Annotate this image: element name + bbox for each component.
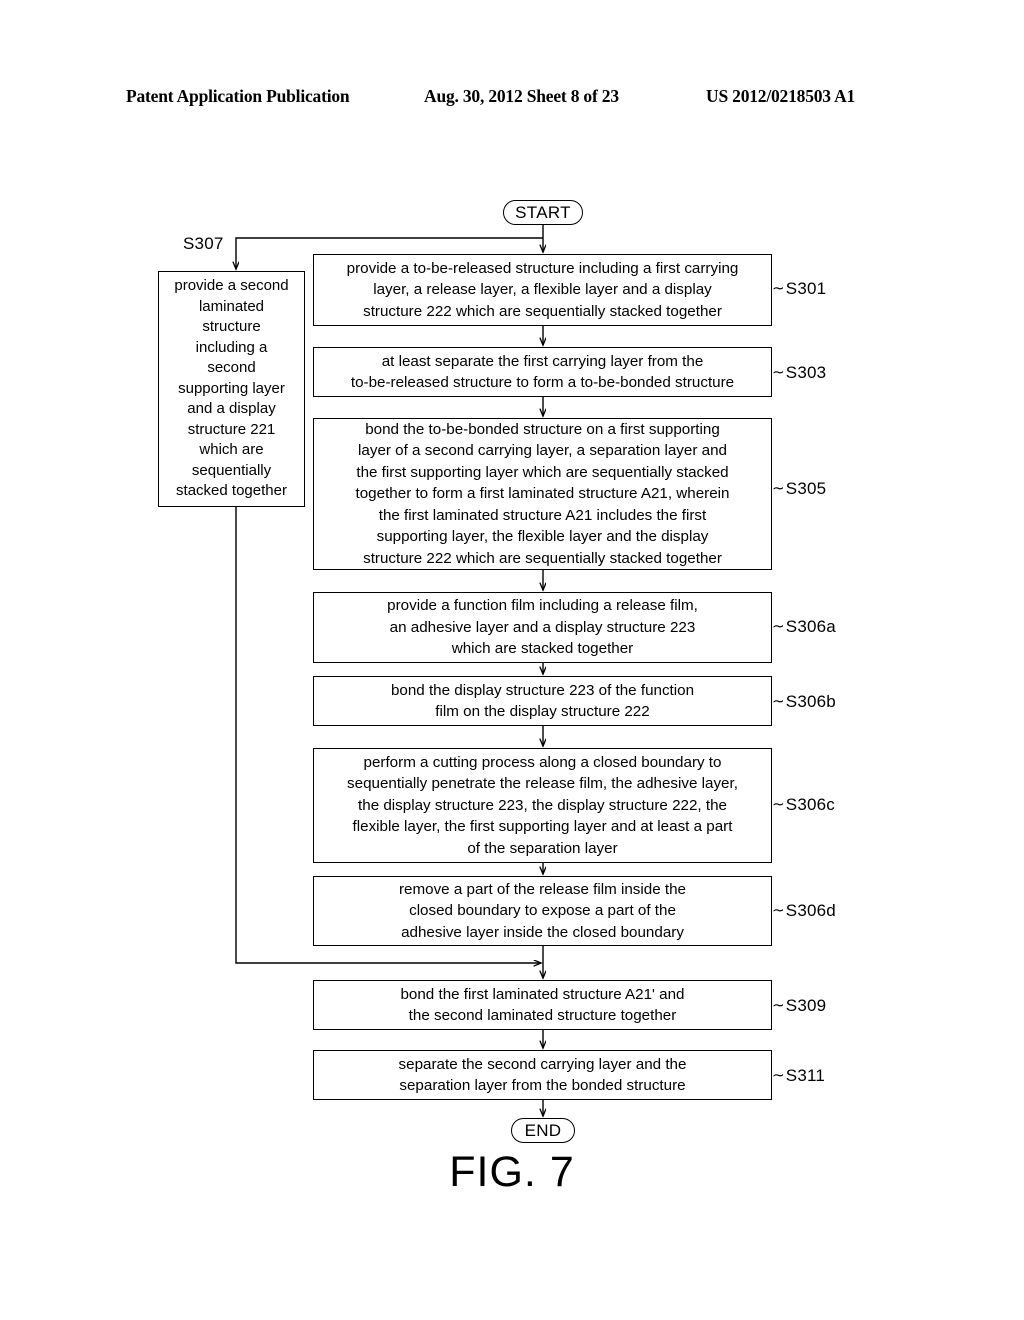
flow-step-s306b: bond the display structure 223 of the fu… xyxy=(313,676,772,726)
flow-step-s305-id: S305 xyxy=(785,479,827,498)
flow-step-s306b-label: ∼S306b xyxy=(772,692,836,712)
flow-step-s307-text: provide a second laminated structure inc… xyxy=(174,277,289,500)
start-label: START xyxy=(515,202,571,222)
flow-step-s309-id: S309 xyxy=(785,996,827,1015)
flow-step-s301-text: provide a to-be-released structure inclu… xyxy=(346,259,739,320)
flow-step-s309-text: bond the first laminated structure A21' … xyxy=(400,985,685,1025)
flow-step-s306d-id: S306d xyxy=(785,901,836,920)
label-leader-icon: ∼ xyxy=(772,280,785,297)
flow-step-s311-id: S311 xyxy=(785,1066,826,1085)
figure-caption: FIG. 7 xyxy=(449,1148,575,1196)
end-label: END xyxy=(524,1120,562,1140)
flow-step-s306a: provide a function film including a rele… xyxy=(313,592,772,663)
flow-step-s301-id: S301 xyxy=(785,279,827,298)
flow-step-s301-label: ∼S301 xyxy=(772,279,826,299)
label-leader-icon: ∼ xyxy=(772,796,785,813)
flow-end-node: END xyxy=(511,1118,575,1143)
flow-step-s306a-label: ∼S306a xyxy=(772,617,836,637)
flow-step-s306d-text: remove a part of the release film inside… xyxy=(398,880,687,941)
flow-step-s305-label: ∼S305 xyxy=(772,479,826,499)
label-leader-icon: ∼ xyxy=(772,997,785,1014)
flow-step-s306a-text: provide a function film including a rele… xyxy=(387,597,698,658)
flow-step-s303-label: ∼S303 xyxy=(772,363,826,383)
flow-step-s306d: remove a part of the release film inside… xyxy=(313,876,772,946)
flow-step-s311-text: separate the second carrying layer and t… xyxy=(398,1055,687,1095)
flow-step-s307-label: S307 xyxy=(183,234,224,253)
flow-step-s305-text: bond the to-be-bonded structure on a fir… xyxy=(355,420,730,567)
label-leader-icon: ∼ xyxy=(772,618,785,635)
flow-start-node: START xyxy=(503,200,583,225)
flow-step-s309-label: ∼S309 xyxy=(772,996,826,1016)
flow-step-s307: provide a second laminated structure inc… xyxy=(158,271,305,507)
flow-step-s305: bond the to-be-bonded structure on a fir… xyxy=(313,418,772,570)
flow-step-s306d-label: ∼S306d xyxy=(772,901,836,921)
flow-step-s306b-text: bond the display structure 223 of the fu… xyxy=(390,681,695,721)
flow-step-s306c: perform a cutting process along a closed… xyxy=(313,748,772,863)
flowchart-figure: START provide a second laminated structu… xyxy=(0,0,1024,1320)
flow-step-s306c-label: ∼S306c xyxy=(772,795,835,815)
label-leader-icon: ∼ xyxy=(772,693,785,710)
flow-step-s306c-id: S306c xyxy=(785,795,835,814)
label-leader-icon: ∼ xyxy=(772,480,785,497)
flow-step-s306c-text: perform a cutting process along a closed… xyxy=(347,753,738,857)
flow-step-s303-text: at least separate the first carrying lay… xyxy=(350,352,735,392)
label-leader-icon: ∼ xyxy=(772,1067,785,1084)
flow-step-s306a-id: S306a xyxy=(785,617,836,636)
flow-step-s309: bond the first laminated structure A21' … xyxy=(313,980,772,1030)
label-leader-icon: ∼ xyxy=(772,364,785,381)
label-leader-icon: ∼ xyxy=(772,902,785,919)
flow-step-s303: at least separate the first carrying lay… xyxy=(313,347,772,397)
flow-step-s303-id: S303 xyxy=(785,363,827,382)
flow-step-s311: separate the second carrying layer and t… xyxy=(313,1050,772,1100)
flow-step-s301: provide a to-be-released structure inclu… xyxy=(313,254,772,326)
flow-step-s311-label: ∼S311 xyxy=(772,1066,825,1086)
flow-step-s306b-id: S306b xyxy=(785,692,836,711)
